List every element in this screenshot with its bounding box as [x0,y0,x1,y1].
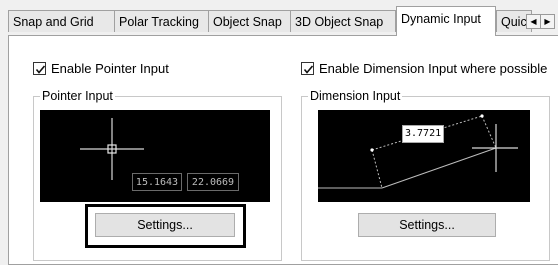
enable-pointer-input-checkbox[interactable] [33,62,46,75]
tab-strip: Snap and Grid Polar Tracking Object Snap… [0,0,558,38]
tab-object-snap[interactable]: Object Snap [208,10,291,32]
pointer-input-group-label: Pointer Input [40,89,115,103]
pointer-input-preview: 15.1643 22.0669 [40,110,270,202]
check-icon [303,65,314,74]
dimension-input-settings-button[interactable]: Settings... [358,213,496,237]
enable-pointer-input-row[interactable]: Enable Pointer Input [33,61,169,76]
tab-scroll-right-button[interactable]: ▶ [540,14,555,29]
pointer-y-readout: 22.0669 [187,173,239,191]
dimension-input-preview: 3.7721 [318,110,530,202]
dimension-lines-icon [318,114,518,189]
tab-scroll-left-button[interactable]: ◀ [526,14,541,29]
dimension-input-group-label: Dimension Input [308,89,403,103]
pointer-input-settings-button[interactable]: Settings... [95,213,235,237]
tab-polar-tracking[interactable]: Polar Tracking [114,10,209,32]
tab-3d-object-snap[interactable]: 3D Object Snap [290,10,396,32]
enable-dimension-input-label: Enable Dimension Input where possible [319,61,548,76]
enable-pointer-input-label: Enable Pointer Input [51,61,169,76]
check-icon [35,65,46,74]
enable-dimension-input-row[interactable]: Enable Dimension Input where possible [301,61,547,76]
tab-dynamic-input[interactable]: Dynamic Input [396,6,496,36]
tab-snap-and-grid[interactable]: Snap and Grid [8,10,115,32]
dimension-value-readout: 3.7721 [402,125,445,143]
enable-dimension-input-checkbox[interactable] [301,62,314,75]
pointer-x-readout: 15.1643 [132,173,182,191]
